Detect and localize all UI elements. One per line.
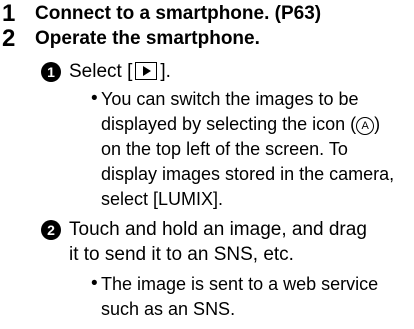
- step-text-2: Operate the smartphone.: [35, 28, 260, 49]
- substep-text-1-after: ].: [160, 61, 171, 82]
- bullet-1-line-1: You can switch the images to be: [101, 89, 359, 109]
- bullet-2-line-1: The image is sent to a web service: [101, 274, 379, 294]
- substep-text-1-before: Select [: [69, 61, 133, 82]
- callout-a-icon: A: [356, 117, 375, 135]
- bullet-1-line-2-before: displayed by selecting the icon (: [101, 114, 357, 134]
- substep-marker-1: 1: [41, 62, 61, 82]
- bullet-1-line-2-after: ): [374, 114, 381, 134]
- bullet-1-line-5: select [LUMIX].: [101, 189, 224, 209]
- bullet-1-line-2: displayed by selecting the icon (A): [101, 112, 380, 136]
- bullet-dot-1: •: [91, 88, 98, 109]
- bullet-1-line-3: on the top left of the screen. To: [101, 139, 348, 159]
- substep-text-2-line-1: Touch and hold an image, and drag: [69, 219, 367, 240]
- step-number-1: 1: [2, 0, 16, 27]
- bullet-1-line-4: display images stored in the camera,: [101, 164, 395, 184]
- step-number-2: 2: [2, 25, 16, 52]
- bullet-2-line-2: such as an SNS.: [101, 299, 236, 319]
- bullet-dot-2: •: [91, 273, 98, 294]
- step-text-1: Connect to a smartphone. (P63): [35, 3, 322, 24]
- playback-icon: [135, 62, 158, 80]
- substep-marker-2: 2: [41, 220, 61, 240]
- substep-text-2-line-2: it to send it to an SNS, etc.: [69, 244, 294, 265]
- substep-text-1: Select [].: [69, 60, 171, 84]
